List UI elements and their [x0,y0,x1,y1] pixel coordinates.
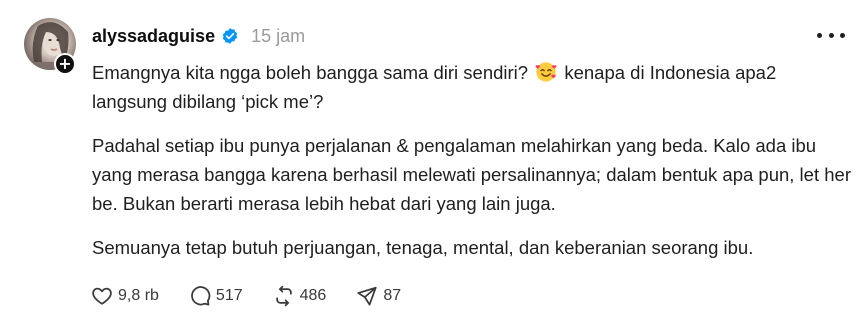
plus-icon: + [58,54,72,73]
comment-icon [191,286,211,306]
more-icon[interactable] [817,24,845,46]
more-dot [840,32,845,38]
repost-count: 486 [299,287,327,304]
more-dot [828,32,834,38]
repost-button[interactable]: 486 [273,285,327,307]
share-count: 87 [383,287,402,304]
like-count: 9,8 rb [118,287,159,304]
post-actions: 9,8 rb 517 486 87 [91,283,431,309]
post-paragraph-3: Semuanya tetap butuh perjuangan, tenaga,… [92,237,754,258]
follow-button[interactable]: + [54,53,76,75]
more-dot [817,32,822,38]
repost-icon [275,285,292,307]
paragraph-text-before-emoji: Emangnya kita ngga boleh bangga sama dir… [92,62,529,83]
like-button[interactable]: 9,8 rb [91,285,159,307]
post-header: alyssadaguise 15 jam [92,24,305,48]
post-timestamp: 15 jam [251,25,306,46]
post-paragraph-2: Padahal setiap ibu punya perjalanan & pe… [92,135,851,214]
post-paragraph-1: Emangnya kita ngga boleh bangga sama dir… [92,58,852,116]
share-button[interactable]: 87 [356,285,401,307]
post-body: Emangnya kita ngga boleh bangga sama dir… [92,58,852,262]
send-icon [357,286,377,306]
verified-badge-icon [221,27,239,45]
username[interactable]: alyssadaguise [92,26,215,47]
thread-post: + alyssadaguise 15 jam Emangnya kita ngg… [0,0,867,312]
comment-button[interactable]: 517 [189,285,243,307]
smiling-face-with-hearts-icon [535,61,557,83]
heart-icon [92,287,112,305]
avatar-container: + [24,18,76,75]
comment-count: 517 [215,287,243,304]
